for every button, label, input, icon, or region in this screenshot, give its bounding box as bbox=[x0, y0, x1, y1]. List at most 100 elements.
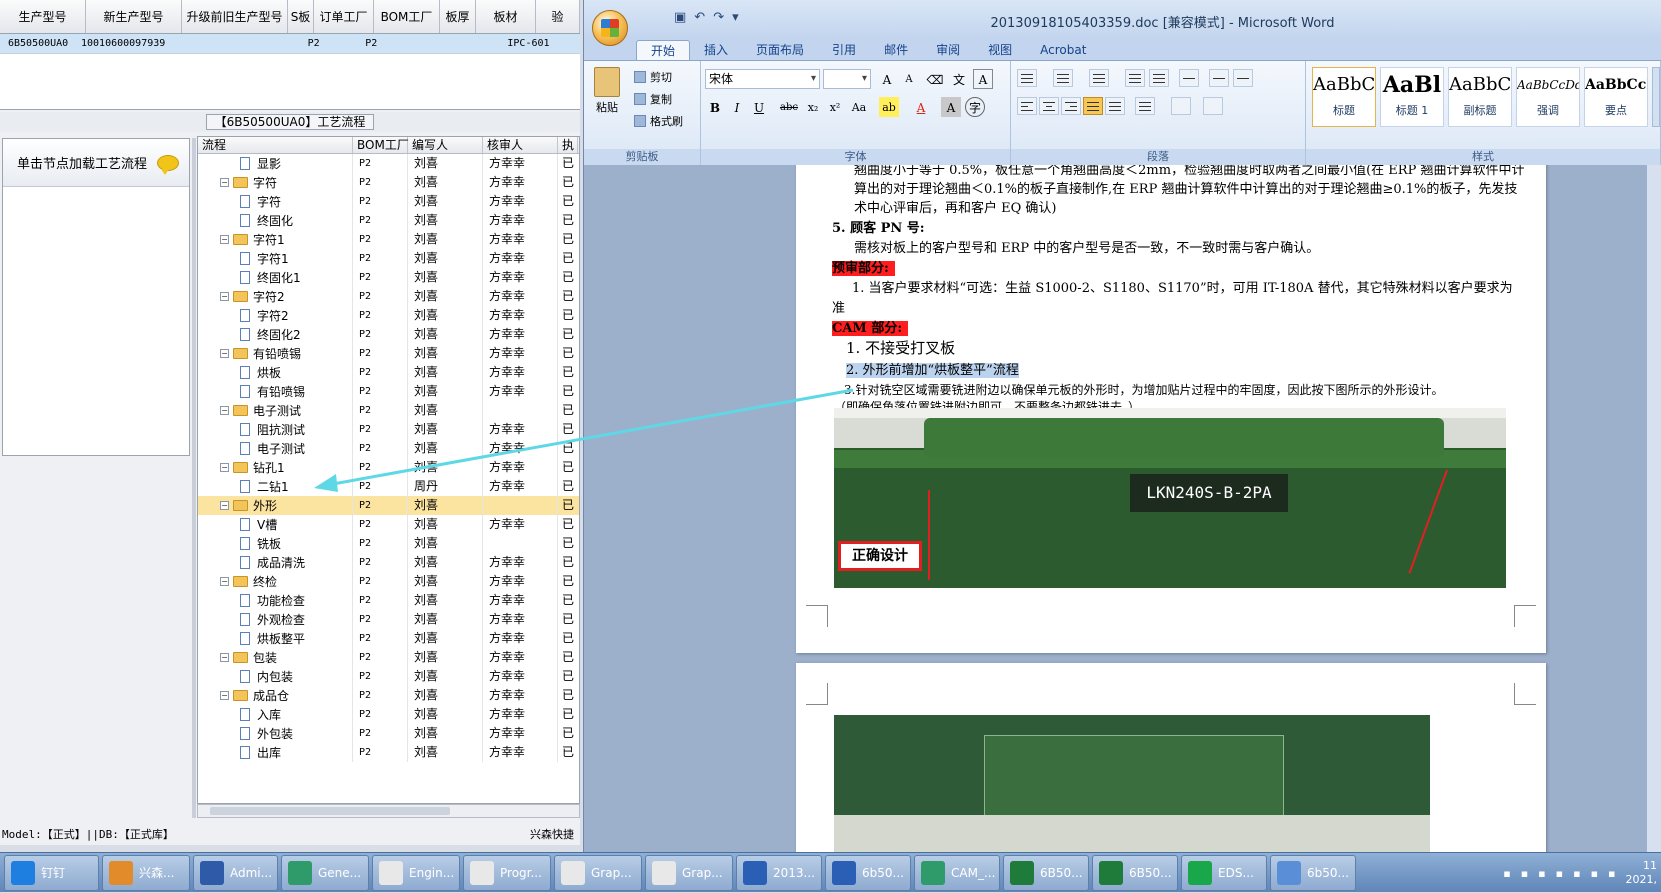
col-thickness[interactable]: 板厚 bbox=[440, 0, 476, 33]
col-s-board[interactable]: S板 bbox=[288, 0, 314, 33]
style-subtitle[interactable]: AaBbC 副标题 bbox=[1448, 67, 1512, 127]
tree-row[interactable]: − 字符1 P2 刘喜 方幸幸已 bbox=[198, 230, 579, 249]
tree-row[interactable]: 有铅喷锡 P2 刘喜 方幸幸已 bbox=[198, 382, 579, 401]
collapse-toggle-icon[interactable]: − bbox=[220, 577, 229, 586]
tree-row[interactable]: − 字符2 P2 刘喜 方幸幸已 bbox=[198, 287, 579, 306]
taskbar-item[interactable]: 6B50... bbox=[1003, 854, 1089, 891]
help-icon[interactable]: ▪ bbox=[1521, 867, 1528, 880]
style-strong[interactable]: AaBbCcD 要点 bbox=[1584, 67, 1648, 127]
tree-row[interactable]: 功能检查 P2 刘喜 方幸幸已 bbox=[198, 591, 579, 610]
sort-icon[interactable] bbox=[1209, 69, 1229, 87]
style-title[interactable]: AaBbC 标题 bbox=[1312, 67, 1376, 127]
justify-icon[interactable] bbox=[1083, 97, 1103, 115]
underline-icon[interactable]: U bbox=[749, 97, 769, 117]
taskbar-item[interactable]: Progr... bbox=[463, 854, 551, 891]
order-grid-row[interactable]: 6B50500UA0 10010600097939 P2 P2 IPC-601 bbox=[0, 34, 580, 54]
tab-acrobat[interactable]: Acrobat bbox=[1026, 40, 1100, 60]
office-button-icon[interactable] bbox=[592, 10, 628, 46]
change-case-icon[interactable]: Aa bbox=[849, 97, 869, 117]
tree-row[interactable]: 终固化 P2 刘喜 方幸幸已 bbox=[198, 211, 579, 230]
taskbar-item[interactable]: 6b50... bbox=[825, 854, 911, 891]
tree-row[interactable]: 内包装 P2 刘喜 方幸幸已 bbox=[198, 667, 579, 686]
tab-view[interactable]: 视图 bbox=[974, 40, 1026, 60]
tree-row[interactable]: − 电子测试 P2 刘喜 已 bbox=[198, 401, 579, 420]
multilevel-list-icon[interactable] bbox=[1089, 69, 1109, 87]
tree-row[interactable]: 烘板 P2 刘喜 方幸幸已 bbox=[198, 363, 579, 382]
taskbar-item[interactable]: 2013... bbox=[736, 854, 822, 891]
taskbar-item[interactable]: Grap... bbox=[554, 854, 642, 891]
collapse-toggle-icon[interactable]: − bbox=[220, 349, 229, 358]
selected-text[interactable]: 2. 外形前增加“烘板整平”流程 bbox=[846, 363, 1019, 378]
styles-scroll[interactable] bbox=[1652, 67, 1660, 127]
volume-icon[interactable]: ▪ bbox=[1573, 867, 1580, 880]
tree-row[interactable]: − 钻孔1 P2 刘喜 方幸幸已 bbox=[198, 458, 579, 477]
italic-icon[interactable]: I bbox=[727, 97, 747, 117]
load-process-button[interactable]: 单击节点加载工艺流程 bbox=[3, 139, 189, 187]
collapse-toggle-icon[interactable]: − bbox=[220, 406, 229, 415]
align-right-icon[interactable] bbox=[1061, 97, 1081, 115]
align-center-icon[interactable] bbox=[1039, 97, 1059, 115]
line-spacing-icon[interactable] bbox=[1135, 97, 1155, 115]
taskbar-item[interactable]: 兴森... bbox=[102, 854, 190, 891]
font-size-combo[interactable] bbox=[823, 69, 871, 89]
col-old-production-model[interactable]: 升级前旧生产型号 bbox=[182, 0, 288, 33]
collapse-toggle-icon[interactable]: − bbox=[220, 178, 229, 187]
tree-row[interactable]: − 字符 P2 刘喜 方幸幸已 bbox=[198, 173, 579, 192]
col-material[interactable]: 板材 bbox=[476, 0, 536, 33]
tree-row[interactable]: 字符 P2 刘喜 方幸幸已 bbox=[198, 192, 579, 211]
tree-row[interactable]: 阻抗测试 P2 刘喜 方幸幸已 bbox=[198, 420, 579, 439]
col-new-production-model[interactable]: 新生产型号 bbox=[86, 0, 182, 33]
tree-col-writer[interactable]: 编写人 bbox=[408, 137, 483, 153]
collapse-toggle-icon[interactable]: − bbox=[220, 292, 229, 301]
collapse-toggle-icon[interactable]: − bbox=[220, 235, 229, 244]
char-border-icon[interactable]: A bbox=[973, 69, 993, 89]
document-page-2[interactable] bbox=[796, 663, 1546, 852]
taskbar-item[interactable]: EDS... bbox=[1181, 854, 1267, 891]
grow-font-icon[interactable]: A bbox=[877, 69, 897, 89]
style-emphasis[interactable]: AaBbCcDd 强调 bbox=[1516, 67, 1580, 127]
font-name-combo[interactable]: 宋体 bbox=[705, 69, 820, 89]
taskbar-item[interactable]: 6B50... bbox=[1092, 854, 1178, 891]
taskbar-item[interactable]: Grap... bbox=[645, 854, 733, 891]
tab-review[interactable]: 审阅 bbox=[922, 40, 974, 60]
tree-row[interactable]: 铣板 P2 刘喜 已 bbox=[198, 534, 579, 553]
scroll-thumb[interactable] bbox=[210, 807, 450, 815]
paste-button[interactable]: 粘贴 bbox=[590, 67, 624, 115]
clear-format-icon[interactable]: ⌫ bbox=[925, 69, 945, 89]
taskbar-item[interactable]: Admi... bbox=[193, 854, 278, 891]
show-marks-icon[interactable] bbox=[1233, 69, 1253, 87]
tree-row[interactable]: − 有铅喷锡 P2 刘喜 方幸幸已 bbox=[198, 344, 579, 363]
col-more[interactable]: 验 bbox=[536, 0, 580, 33]
phonetic-guide-icon[interactable]: 文 bbox=[949, 69, 969, 89]
bold-icon[interactable]: B bbox=[705, 97, 725, 117]
distributed-icon[interactable] bbox=[1105, 97, 1125, 115]
tree-row[interactable]: − 终检 P2 刘喜 方幸幸已 bbox=[198, 572, 579, 591]
tree-row[interactable]: 终固化1 P2 刘喜 方幸幸已 bbox=[198, 268, 579, 287]
col-bom-factory[interactable]: BOM工厂 bbox=[374, 0, 440, 33]
tab-mailings[interactable]: 邮件 bbox=[870, 40, 922, 60]
battery-icon[interactable]: ▪ bbox=[1591, 867, 1598, 880]
tree-col-status[interactable]: 执 bbox=[558, 137, 578, 153]
bullets-icon[interactable] bbox=[1017, 69, 1037, 87]
col-production-model[interactable]: 生产型号 bbox=[0, 0, 86, 33]
tree-row[interactable]: − 包装 P2 刘喜 方幸幸已 bbox=[198, 648, 579, 667]
tree-row[interactable]: 终固化2 P2 刘喜 方幸幸已 bbox=[198, 325, 579, 344]
tab-home[interactable]: 开始 bbox=[636, 40, 691, 60]
tree-row[interactable]: 字符2 P2 刘喜 方幸幸已 bbox=[198, 306, 579, 325]
col-order-factory[interactable]: 订单工厂 bbox=[314, 0, 374, 33]
tab-references[interactable]: 引用 bbox=[818, 40, 870, 60]
numbering-icon[interactable] bbox=[1053, 69, 1073, 87]
taskbar-item[interactable]: Gene... bbox=[281, 854, 369, 891]
char-shading-icon[interactable]: A bbox=[941, 97, 961, 117]
cut-button[interactable]: 剪切 bbox=[634, 69, 672, 85]
collapse-toggle-icon[interactable]: − bbox=[220, 501, 229, 510]
collapse-toggle-icon[interactable]: − bbox=[220, 463, 229, 472]
tree-row[interactable]: 烘板整平 P2 刘喜 方幸幸已 bbox=[198, 629, 579, 648]
tree-row[interactable]: 外观检查 P2 刘喜 方幸幸已 bbox=[198, 610, 579, 629]
document-vertical-scrollbar[interactable] bbox=[1646, 165, 1661, 852]
tree-row[interactable]: − 外形 P2 刘喜 已 bbox=[198, 496, 579, 515]
splitter[interactable] bbox=[192, 138, 196, 818]
tree-col-reviewer[interactable]: 核审人 bbox=[483, 137, 558, 153]
borders-icon[interactable] bbox=[1203, 97, 1223, 115]
enclose-char-icon[interactable]: 字 bbox=[965, 97, 985, 117]
